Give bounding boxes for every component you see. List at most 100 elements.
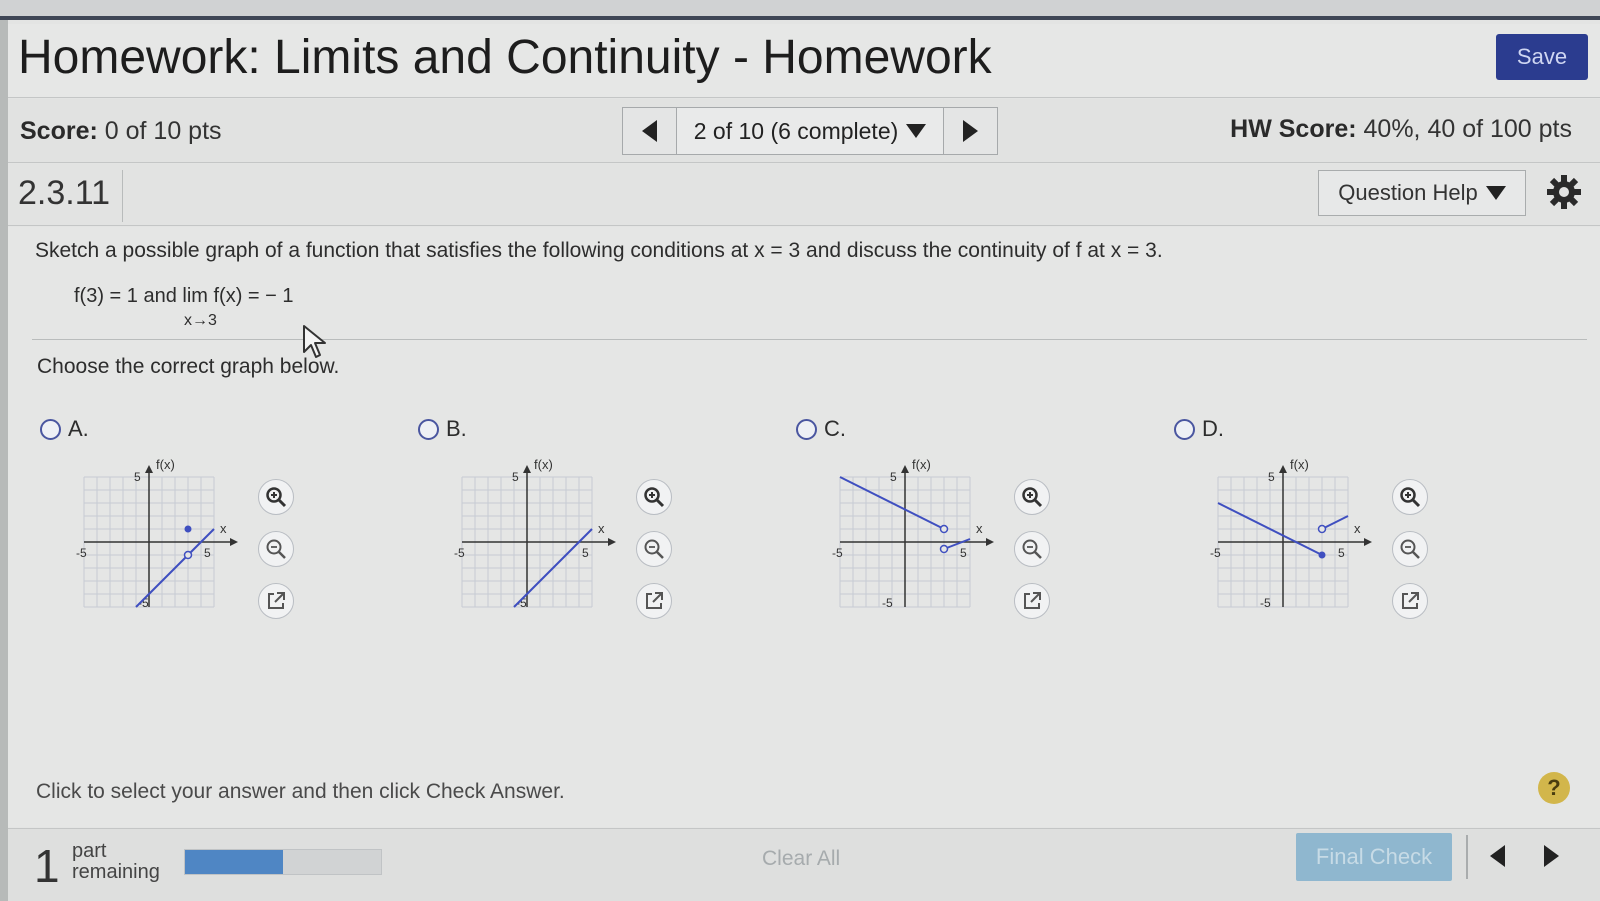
question-condition: f(3) = 1 and lim f(x) = − 1 (74, 285, 294, 307)
option-a-label: A. (68, 416, 89, 441)
option-a-radio[interactable] (40, 419, 61, 440)
pop-out-button[interactable] (1014, 583, 1050, 619)
question-content: Sketch a possible graph of a function th… (8, 227, 1600, 827)
pop-out-icon (646, 592, 663, 609)
option-b-graph[interactable]: f(x) x 5 5 -5 -5 (454, 453, 634, 623)
tick-label-5: 5 (1338, 546, 1345, 560)
option-a[interactable]: A. f(x) x 5 5 -5 -5 (40, 413, 400, 633)
zoom-out-button[interactable] (258, 531, 294, 567)
x-axis-arrow (986, 538, 994, 546)
question-prompt: Sketch a possible graph of a function th… (35, 239, 1163, 262)
question-progress-text: 2 of 10 (6 complete) (693, 117, 899, 144)
help-icon[interactable]: ? (1538, 772, 1570, 804)
next-arrow-icon (963, 120, 978, 142)
option-d-radio[interactable] (1174, 419, 1195, 440)
dropdown-arrow-icon (906, 124, 927, 138)
previous-question-button[interactable] (623, 108, 677, 154)
x-label: x (220, 521, 227, 536)
footer-prev-button[interactable] (1490, 845, 1505, 867)
zoom-out-button[interactable] (1014, 531, 1050, 567)
zoom-out-button[interactable] (1392, 531, 1428, 567)
left-edge (0, 20, 8, 901)
option-b[interactable]: B. f(x) x 5 5 -5 -5 (418, 413, 778, 633)
parts-remaining-label: part remaining (72, 841, 160, 883)
dropdown-arrow-icon (1485, 186, 1506, 200)
footer-next-button[interactable] (1544, 845, 1559, 867)
pop-out-button[interactable] (1392, 583, 1428, 619)
tick-label-5: 5 (134, 470, 141, 484)
zoom-out-button[interactable] (636, 531, 672, 567)
score-label: Score: (20, 117, 98, 145)
open-point (939, 544, 949, 554)
instruction-hint: Click to select your answer and then cli… (36, 780, 565, 803)
zoom-in-icon (1400, 487, 1421, 508)
option-d-label: D. (1202, 416, 1224, 441)
question-help-label: Question Help (1338, 180, 1478, 205)
option-b-label: B. (446, 416, 467, 441)
pop-out-button[interactable] (636, 583, 672, 619)
zoom-in-button[interactable] (1392, 479, 1428, 515)
parts-progress-bar (184, 849, 382, 875)
closed-point (1318, 551, 1326, 559)
next-arrow-icon (1544, 845, 1559, 867)
zoom-in-button[interactable] (636, 479, 672, 515)
option-c-radio[interactable] (796, 419, 817, 440)
open-point (183, 550, 193, 560)
y-axis-arrow (145, 465, 153, 473)
app-window: Homework: Limits and Continuity - Homewo… (0, 0, 1600, 901)
x-label: x (976, 521, 983, 536)
open-point (939, 524, 949, 534)
clear-all-button[interactable]: Clear All (762, 847, 840, 871)
gear-icon[interactable] (1544, 172, 1584, 212)
footer-bar: 1 part remaining Clear All Final Check (8, 828, 1600, 901)
option-d[interactable]: D. f(x) x 5 5 -5 -5 (1174, 413, 1534, 633)
x-label: x (1354, 521, 1361, 536)
final-check-button[interactable]: Final Check (1296, 833, 1452, 881)
zoom-in-button[interactable] (1014, 479, 1050, 515)
tick-label-neg5: -5 (832, 546, 843, 560)
option-c-graph[interactable]: f(x) x 5 5 -5 -5 (832, 453, 1012, 623)
score-value: 0 of 10 pts (104, 117, 222, 145)
tick-label-neg5: -5 (1210, 546, 1221, 560)
next-question-button[interactable] (943, 108, 997, 154)
title-bar: Homework: Limits and Continuity - Homewo… (8, 24, 1600, 98)
tick-label-5: 5 (512, 470, 519, 484)
pop-out-button[interactable] (258, 583, 294, 619)
x-axis-arrow (230, 538, 238, 546)
tick-label-5: 5 (1268, 470, 1275, 484)
part-label-line1: part (72, 840, 107, 862)
x-label: x (598, 521, 605, 536)
zoom-in-icon (644, 487, 665, 508)
tick-label-5: 5 (890, 470, 897, 484)
option-b-radio[interactable] (418, 419, 439, 440)
parts-remaining-count: 1 (34, 840, 60, 892)
pop-out-icon (268, 592, 285, 609)
save-button[interactable]: Save (1496, 34, 1588, 80)
divider (1466, 835, 1468, 879)
y-axis-arrow (901, 465, 909, 473)
zoom-in-button[interactable] (258, 479, 294, 515)
closed-point (184, 525, 192, 533)
y-axis-arrow (523, 465, 531, 473)
y-axis-arrow (1279, 465, 1287, 473)
pop-out-icon (1402, 592, 1419, 609)
option-d-graph[interactable]: f(x) x 5 5 -5 -5 (1210, 453, 1390, 623)
score: Score: 0 of 10 pts (20, 117, 222, 146)
zoom-in-icon (266, 487, 287, 508)
question-help-button[interactable]: Question Help (1318, 170, 1526, 216)
x-axis-arrow (608, 538, 616, 546)
limit-subscript: x→3 (184, 312, 217, 329)
mouse-cursor-icon (303, 325, 326, 358)
hw-score-value: 40%, 40 of 100 pts (1363, 115, 1572, 143)
question-navigator: 2 of 10 (6 complete) (622, 107, 998, 155)
fx-label: f(x) (1290, 457, 1309, 472)
option-a-graph[interactable]: f(x) x 5 5 -5 -5 (76, 453, 256, 623)
zoom-out-icon (266, 539, 286, 559)
fx-label: f(x) (912, 457, 931, 472)
question-selector-dropdown[interactable]: 2 of 10 (6 complete) (677, 108, 943, 154)
option-c[interactable]: C. f(x) x 5 5 -5 -5 (796, 413, 1156, 633)
fx-label: f(x) (156, 457, 175, 472)
progress-fill (185, 850, 283, 874)
option-c-label: C. (824, 416, 846, 441)
divider (122, 170, 123, 222)
